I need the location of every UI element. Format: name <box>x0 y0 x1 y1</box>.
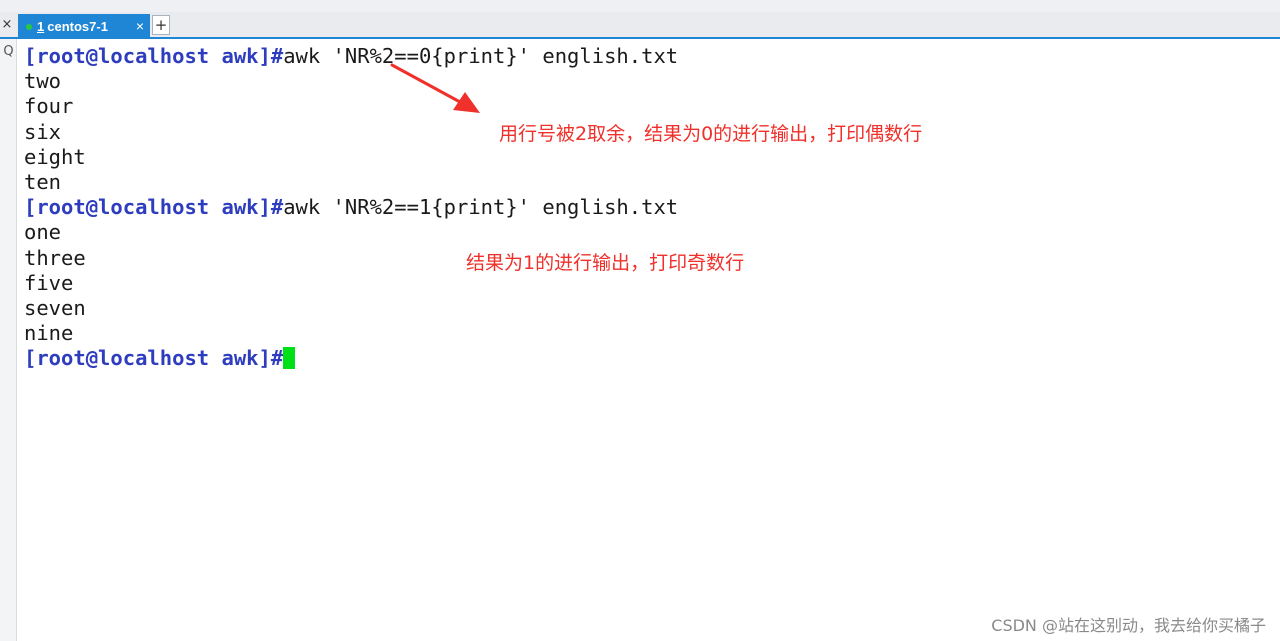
terminal-output[interactable]: [root@localhost awk]#awk 'NR%2==0{print}… <box>24 44 678 371</box>
tab-close-icon[interactable]: × <box>136 14 144 39</box>
search-icon[interactable]: Q <box>0 44 17 60</box>
close-session-icon[interactable]: × <box>0 14 14 36</box>
side-panel <box>0 39 17 641</box>
output-line: four <box>24 94 74 119</box>
output-line: nine <box>24 321 74 346</box>
output-line: eight <box>24 144 86 169</box>
annotation-note-odd: 结果为1的进行输出，打印奇数行 <box>466 252 745 274</box>
tab-centos7-1[interactable]: 1 centos7-1 × <box>18 14 150 39</box>
new-tab-button[interactable]: + <box>152 15 170 35</box>
shell-prompt: [root@localhost awk]# <box>24 44 284 68</box>
terminal-line: [root@localhost awk]#awk 'NR%2==1{print}… <box>24 195 678 220</box>
terminal-line: [root@localhost awk]#awk 'NR%2==0{print}… <box>24 44 678 69</box>
output-line: one <box>24 220 62 245</box>
annotation-note-even: 用行号被2取余，结果为0的进行输出，打印偶数行 <box>499 123 923 145</box>
shell-prompt: [root@localhost awk]# <box>24 195 284 220</box>
text-cursor <box>283 347 296 370</box>
annotation-arrow-icon <box>390 63 480 113</box>
window-title-strip <box>0 0 1280 12</box>
connected-status-icon <box>26 23 32 30</box>
output-line: ten <box>24 169 62 194</box>
tab-number: 1 <box>37 19 45 34</box>
output-line: two <box>24 69 62 94</box>
tab-bar <box>0 12 1280 39</box>
output-line: seven <box>24 295 86 320</box>
tab-label: centos7-1 <box>47 19 108 34</box>
shell-prompt: [root@localhost awk]# <box>24 346 284 371</box>
csdn-watermark: CSDN @站在这别动，我去给你买橘子 <box>991 616 1266 635</box>
terminal-line: [root@localhost awk]# <box>24 346 678 371</box>
command-text: awk 'NR%2==1{print}' english.txt <box>283 195 679 220</box>
